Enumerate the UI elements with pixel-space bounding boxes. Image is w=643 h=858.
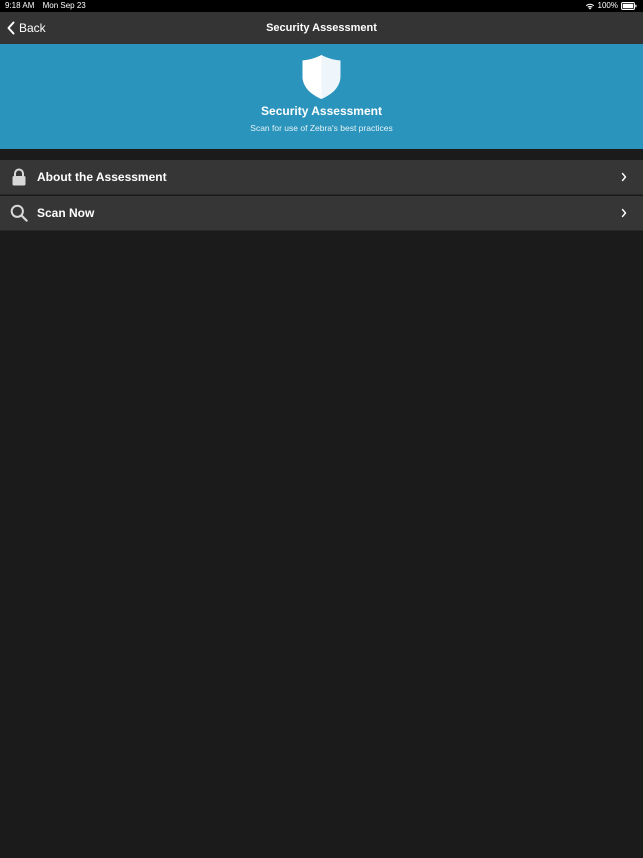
hero-title: Security Assessment [261,104,382,118]
about-assessment-item[interactable]: About the Assessment [0,160,643,195]
hero-banner: Security Assessment Scan for use of Zebr… [0,44,643,149]
status-right: 100% [585,0,637,12]
hero-subtitle: Scan for use of Zebra's best practices [250,123,393,133]
shield-icon [302,55,341,99]
status-left: 9:18 AM Mon Sep 23 [5,0,86,12]
search-icon [10,204,28,222]
about-assessment-label: About the Assessment [37,170,167,184]
scan-now-label: Scan Now [37,206,95,220]
scan-now-item[interactable]: Scan Now [0,196,643,231]
page-title: Security Assessment [266,22,377,34]
status-time: 9:18 AM [5,1,35,10]
status-bar: 9:18 AM Mon Sep 23 100% [0,0,643,12]
menu-list: About the Assessment Scan Now [0,160,643,231]
wifi-icon [585,3,594,10]
status-date: Mon Sep 23 [42,1,86,10]
nav-bar: Back Security Assessment [0,12,643,44]
battery-icon [621,2,637,10]
chevron-right-icon [621,208,627,218]
lock-icon [12,168,26,186]
chevron-right-icon [621,172,627,182]
battery-percent: 100% [597,1,618,10]
